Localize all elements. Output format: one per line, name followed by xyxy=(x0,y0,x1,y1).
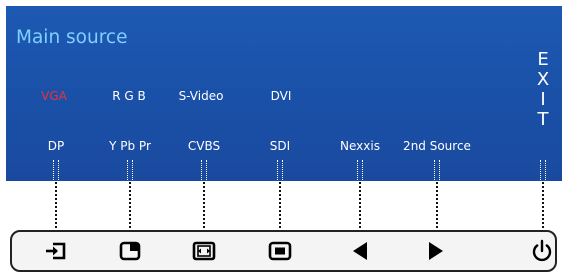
exit-letter: T xyxy=(537,109,549,131)
screen-icon xyxy=(268,241,292,261)
input-button[interactable] xyxy=(41,236,71,266)
connector-line xyxy=(129,182,131,232)
connector-line xyxy=(357,160,363,182)
input-icon xyxy=(46,242,66,260)
source-s-video[interactable]: S-Video xyxy=(179,90,224,102)
source-rgb[interactable]: R G B xyxy=(112,90,146,102)
pip-icon xyxy=(119,241,141,261)
connector-line xyxy=(540,160,546,182)
source-vga[interactable]: VGA xyxy=(41,90,67,102)
source-cvbs[interactable]: CVBS xyxy=(188,140,220,152)
connector-line xyxy=(53,160,59,182)
screen-button[interactable] xyxy=(265,236,295,266)
source-ypbpr[interactable]: Y Pb Pr xyxy=(109,140,151,152)
right-arrow-icon xyxy=(429,242,443,260)
connector-line xyxy=(279,182,281,232)
picture-mode-button[interactable] xyxy=(189,236,219,266)
pip-button[interactable] xyxy=(115,236,145,266)
power-icon xyxy=(532,239,552,262)
connector-line xyxy=(434,160,440,182)
picture-mode-icon xyxy=(192,241,216,261)
connector-line xyxy=(436,182,438,232)
source-nexxis[interactable]: Nexxis xyxy=(340,140,380,152)
source-2nd-source[interactable]: 2nd Source xyxy=(403,140,471,152)
osd-title: Main source xyxy=(16,27,128,48)
left-arrow-icon xyxy=(353,242,367,260)
exit-label[interactable]: E X I T xyxy=(533,49,553,131)
exit-letter: E xyxy=(537,49,549,70)
connector-line xyxy=(542,182,544,232)
right-button[interactable] xyxy=(421,236,451,266)
source-sdi[interactable]: SDI xyxy=(270,140,290,152)
left-button[interactable] xyxy=(345,236,375,266)
source-dvi[interactable]: DVI xyxy=(271,90,292,102)
source-dp[interactable]: DP xyxy=(48,140,64,152)
connector-line xyxy=(201,160,207,182)
connector-line xyxy=(203,182,205,232)
connector-line xyxy=(127,160,133,182)
connector-line xyxy=(277,160,283,182)
exit-letter: I xyxy=(540,89,546,111)
power-button[interactable] xyxy=(527,236,557,266)
connector-line xyxy=(55,182,57,232)
exit-letter: X xyxy=(536,69,550,91)
connector-line xyxy=(359,182,361,232)
